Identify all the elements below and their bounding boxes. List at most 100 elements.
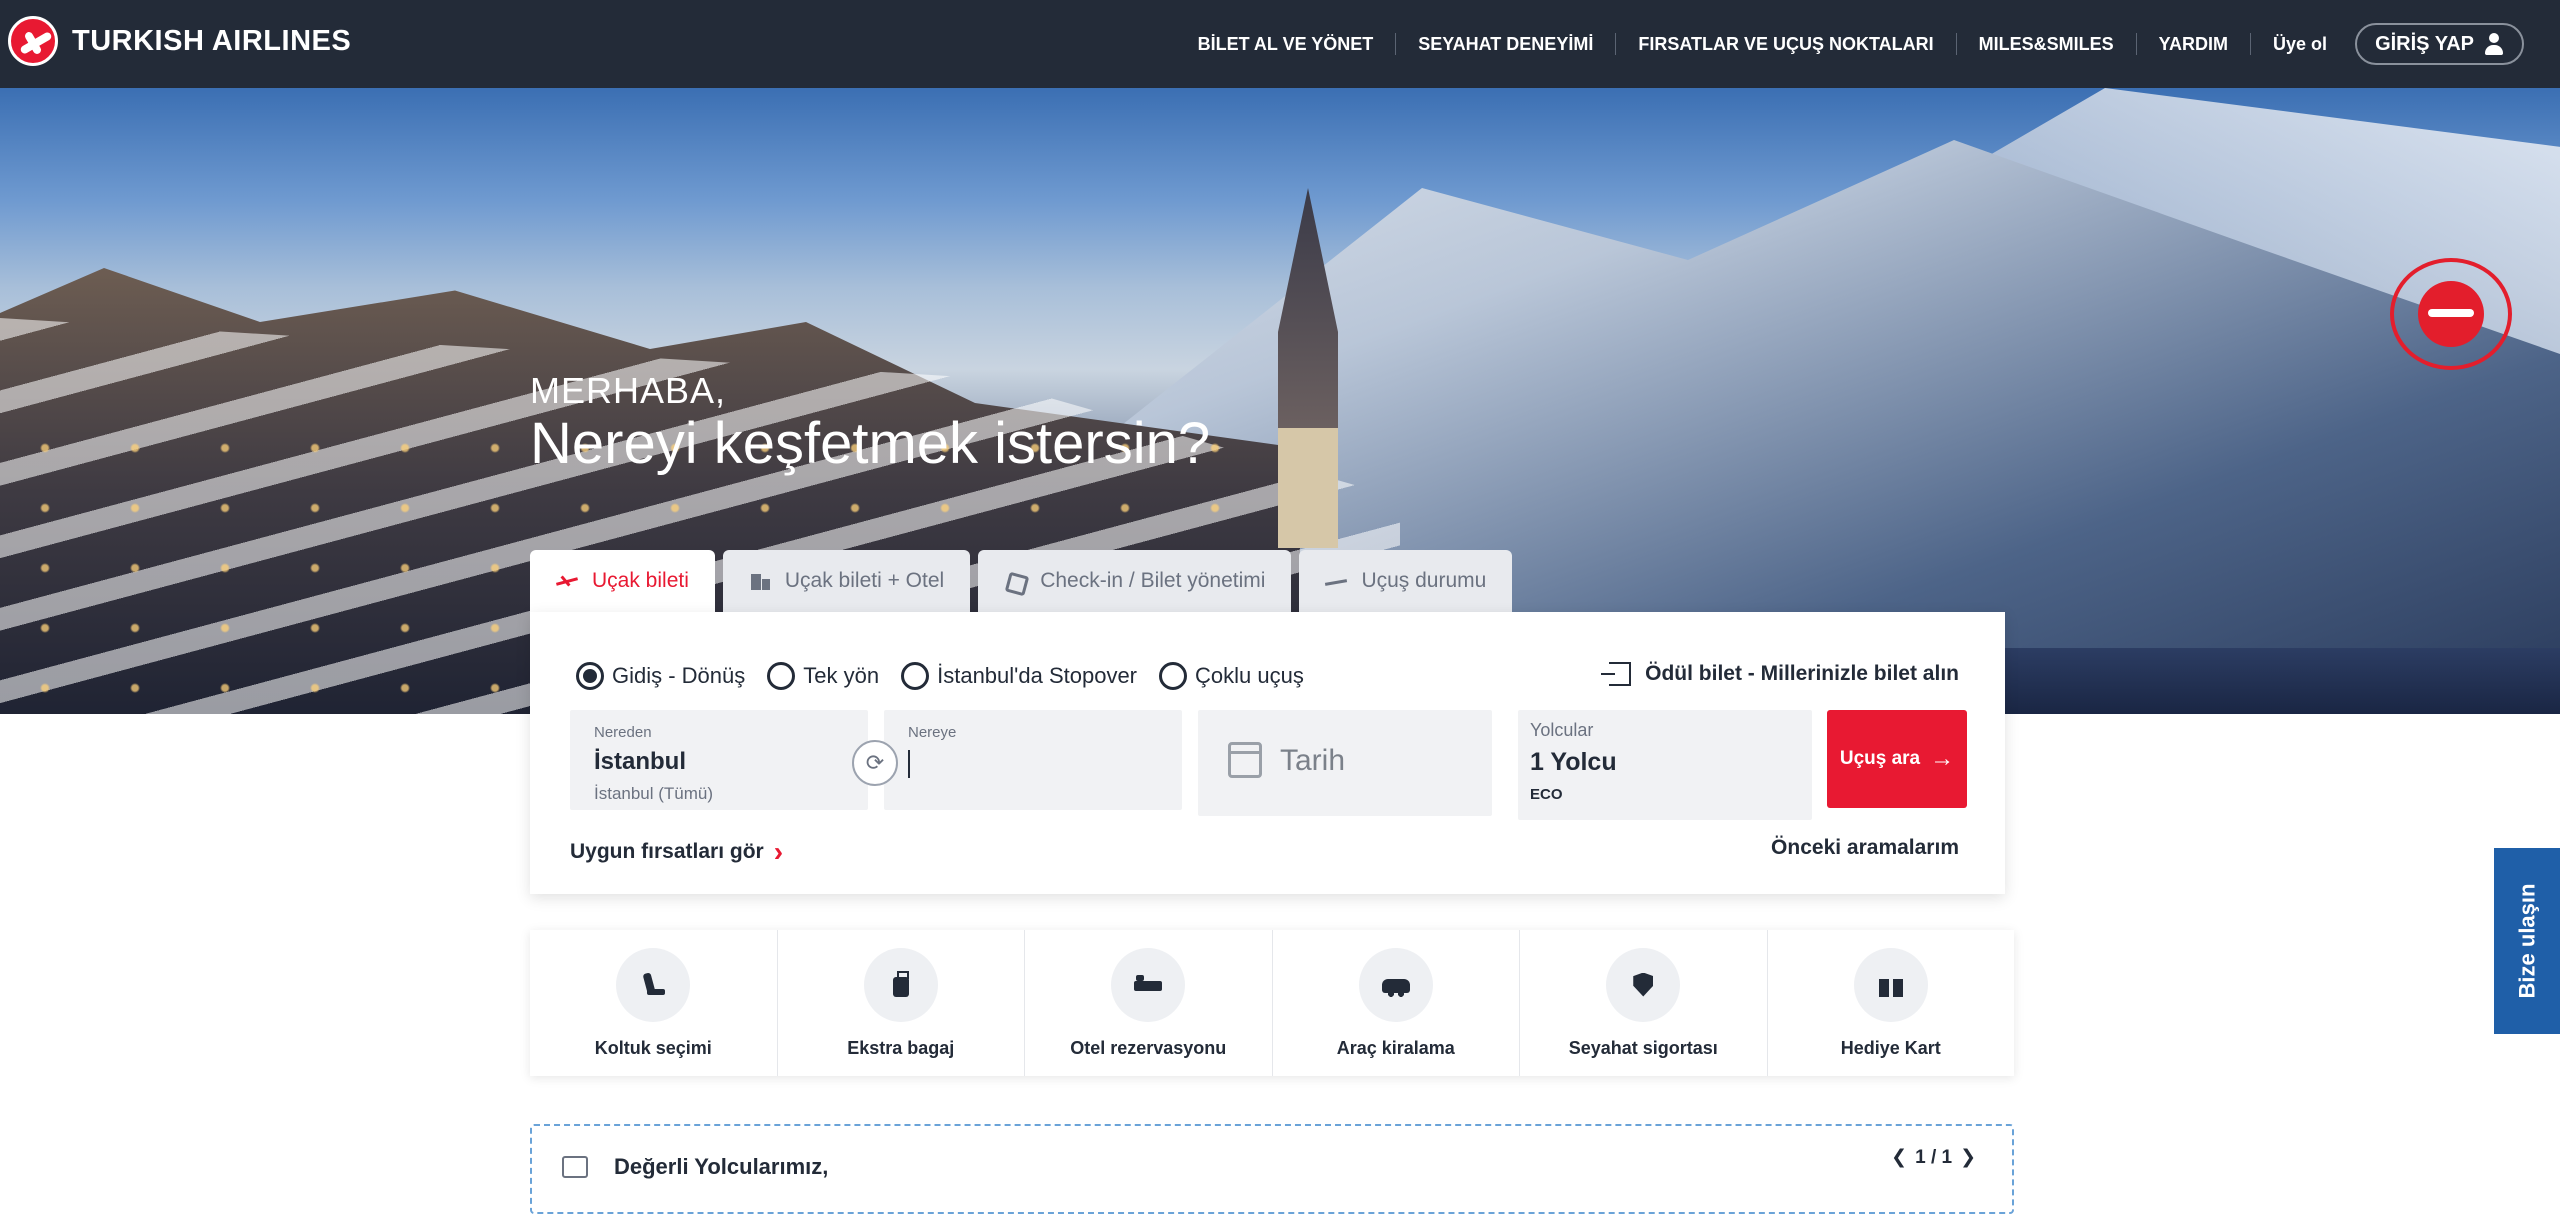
contact-us-label: Bize ulaşın (2514, 883, 2540, 999)
pager-count: 1 / 1 (1915, 1146, 1953, 1168)
service-icon-circle (1358, 947, 1433, 1022)
award-label: Ödül bilet - Millerinizle bilet alın (1645, 662, 1959, 685)
car-icon (1381, 971, 1410, 999)
trip-type-label: İstanbul'da Stopover (937, 663, 1137, 688)
services-bar: Koltuk seçimi Ekstra bagaj Otel rezervas… (530, 930, 2014, 1076)
service-hotel[interactable]: Otel rezervasyonu (1025, 930, 1273, 1076)
announcement-icon (562, 1156, 588, 1178)
trip-type-stopover[interactable]: İstanbul'da Stopover (901, 662, 1137, 690)
tab-label: Uçak bileti (592, 569, 689, 592)
tab-ucak-bileti-otel[interactable]: Uçak bileti + Otel (722, 550, 971, 612)
booking-tabs: Uçak bileti Uçak bileti + Otel Check-in … (530, 550, 1513, 612)
hero-headline: Nereyi keşfetmek istersin? (530, 411, 1211, 476)
swap-route-button[interactable]: ⟳ (852, 740, 898, 786)
pager-prev-icon[interactable]: ❮ (1891, 1146, 1907, 1169)
passenger-rights-stamp-icon[interactable] (2390, 258, 2512, 370)
plane-icon (556, 572, 578, 590)
trip-type-label: Tek yön (803, 663, 880, 688)
hotel-bed-icon (1134, 971, 1163, 999)
service-label: Seyahat sigortası (1568, 1037, 1718, 1058)
service-extra-baggage[interactable]: Ekstra bagaj (778, 930, 1025, 1076)
insurance-shield-icon (1629, 971, 1657, 999)
swap-icon: ⟳ (865, 750, 885, 775)
announcement-title[interactable]: Değerli Yolcularımız, (614, 1154, 828, 1180)
trip-type-one-way[interactable]: Tek yön (767, 662, 879, 690)
top-navigation-bar: TURKISH AIRLINES BİLET AL VE YÖNET SEYAH… (0, 0, 2560, 88)
destination-field[interactable]: Nereye (884, 710, 1182, 810)
service-car-rental[interactable]: Araç kiralama (1273, 930, 1520, 1076)
service-seat-selection[interactable]: Koltuk seçimi (530, 930, 778, 1076)
tab-label: Uçuş durumu (1361, 569, 1487, 592)
destination-label: Nereye (908, 724, 957, 741)
nav-uye-ol[interactable]: Üye ol (2251, 33, 2349, 55)
main-nav: BİLET AL VE YÖNET SEYAHAT DENEYİMİ FIRSA… (1176, 0, 2524, 88)
brand-logo[interactable]: TURKISH AIRLINES (8, 16, 351, 66)
text-cursor (908, 750, 910, 778)
trip-type-label: Gidiş - Dönüş (612, 663, 746, 688)
greeting-text: MERHABA, (530, 370, 727, 411)
contact-us-tab[interactable]: Bize ulaşın (2494, 848, 2560, 1034)
deals-label: Uygun fırsatları gör (570, 840, 764, 863)
origin-field[interactable]: Nereden İstanbul İstanbul (Tümü) (570, 710, 868, 810)
gift-icon (1877, 971, 1905, 999)
award-ticket-link[interactable]: Ödül bilet - Millerinizle bilet alın (1601, 662, 1959, 686)
service-gift-card[interactable]: Hediye Kart (1768, 930, 2015, 1076)
nav-firsatlar[interactable]: FIRSATLAR VE UÇUŞ NOKTALARI (1616, 33, 1957, 55)
user-icon (2484, 33, 2504, 55)
deals-link[interactable]: Uygun fırsatları gör › (570, 836, 783, 868)
search-label: Uçuş ara (1839, 748, 1921, 769)
login-label: GİRİŞ YAP (2375, 32, 2474, 55)
passengers-label: Yolcular (1530, 720, 1594, 740)
tab-ucak-bileti[interactable]: Uçak bileti (530, 550, 715, 612)
passengers-value: 1 Yolcu (1530, 748, 1617, 776)
sign-in-arrow-icon (1601, 662, 1632, 686)
radio-icon (901, 662, 930, 690)
church-spire (1278, 188, 1338, 428)
radio-checked-icon (576, 662, 604, 690)
stamp-plane-icon (2418, 281, 2484, 347)
login-button[interactable]: GİRİŞ YAP (2355, 23, 2524, 65)
previous-searches-link[interactable]: Önceki aramalarım (1771, 836, 1959, 860)
passengers-field[interactable]: Yolcular 1 Yolcu ECO (1518, 710, 1812, 820)
service-icon-circle (1606, 947, 1681, 1022)
service-icon-circle (863, 947, 938, 1022)
service-icon-circle (1111, 947, 1186, 1022)
tab-label: Uçak bileti + Otel (784, 569, 945, 592)
service-icon-circle (616, 947, 691, 1022)
cabin-class: ECO (1530, 786, 1563, 803)
service-label: Ekstra bagaj (847, 1037, 955, 1058)
checkin-icon (1004, 572, 1026, 590)
origin-sub: İstanbul (Tümü) (594, 784, 714, 803)
service-icon-circle (1853, 947, 1928, 1022)
service-label: Koltuk seçimi (594, 1037, 712, 1058)
origin-label: Nereden (594, 724, 652, 741)
service-label: Otel rezervasyonu (1070, 1037, 1227, 1058)
service-travel-insurance[interactable]: Seyahat sigortası (1520, 930, 1768, 1076)
radio-icon (1159, 662, 1187, 690)
booking-panel: Gidiş - Dönüş Tek yön İstanbul'da Stopov… (530, 612, 2005, 894)
pager-next-icon[interactable]: ❯ (1960, 1146, 1976, 1169)
turkish-airlines-logo-icon (8, 16, 58, 66)
date-field[interactable]: Tarih (1198, 710, 1492, 816)
tab-ucus-durumu[interactable]: Uçuş durumu (1299, 550, 1513, 612)
trip-type-round-trip[interactable]: Gidiş - Dönüş (576, 662, 745, 690)
nav-miles-smiles[interactable]: MILES&SMILES (1957, 33, 2137, 55)
nav-yardim[interactable]: YARDIM (2137, 33, 2252, 55)
date-placeholder: Tarih (1280, 744, 1346, 777)
trip-type-multi-city[interactable]: Çoklu uçuş (1159, 662, 1304, 690)
chevron-right-icon: › (773, 836, 784, 867)
origin-value: İstanbul (594, 748, 687, 775)
trip-type-label: Çoklu uçuş (1195, 663, 1304, 688)
search-flights-button[interactable]: Uçuş ara → (1827, 710, 1967, 808)
trip-type-group: Gidiş - Dönüş Tek yön İstanbul'da Stopov… (576, 662, 1304, 690)
tab-check-in[interactable]: Check-in / Bilet yönetimi (978, 550, 1292, 612)
nav-seyahat-deneyimi[interactable]: SEYAHAT DENEYİMİ (1396, 33, 1617, 55)
baggage-icon (887, 970, 915, 999)
logo-text: TURKISH AIRLINES (72, 24, 352, 57)
hotel-icon (749, 572, 771, 590)
flight-status-icon (1325, 572, 1347, 590)
nav-bilet-al-ve-yonet[interactable]: BİLET AL VE YÖNET (1176, 33, 1397, 55)
announcement-box: Değerli Yolcularımız, ❮ 1 / 1 ❯ (530, 1124, 2014, 1214)
service-label: Hediye Kart (1840, 1037, 1941, 1058)
arrow-right-icon: → (1930, 745, 1955, 772)
